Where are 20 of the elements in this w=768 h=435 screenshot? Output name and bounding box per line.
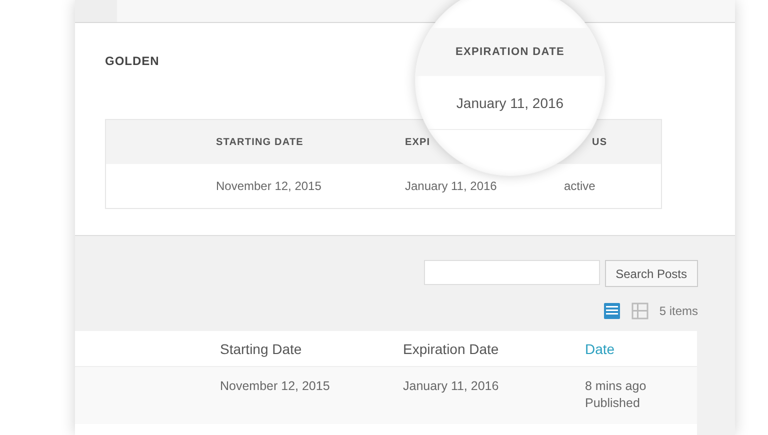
search-button[interactable]: Search Posts	[604, 260, 698, 287]
table-cell: November 12, 2015	[216, 179, 322, 193]
post-status: Published	[585, 396, 641, 410]
column-header: US	[592, 136, 608, 148]
table-cell: January 11, 2016	[405, 179, 497, 193]
excerpt-view-icon[interactable]	[631, 302, 650, 320]
table-cell: November 12, 2015	[220, 379, 330, 393]
list-view-icon[interactable]	[603, 302, 622, 320]
table-cell: January 11, 2016	[403, 379, 499, 393]
magnified-heading: EXPIRATION DATE	[455, 46, 565, 58]
post-date: 8 mins ago	[585, 379, 646, 393]
table-cell: active	[564, 179, 596, 193]
item-count: 5 items	[659, 304, 698, 318]
column-header: Starting Date	[220, 340, 302, 356]
search-field[interactable]	[424, 260, 600, 285]
column-header: Expiration Date	[403, 340, 499, 356]
membership-name: GOLDEN	[105, 54, 160, 68]
column-header: STARTING DATE	[216, 136, 304, 148]
column-header: EXPI	[405, 136, 430, 148]
magnified-value: January 11, 2016	[456, 94, 564, 110]
